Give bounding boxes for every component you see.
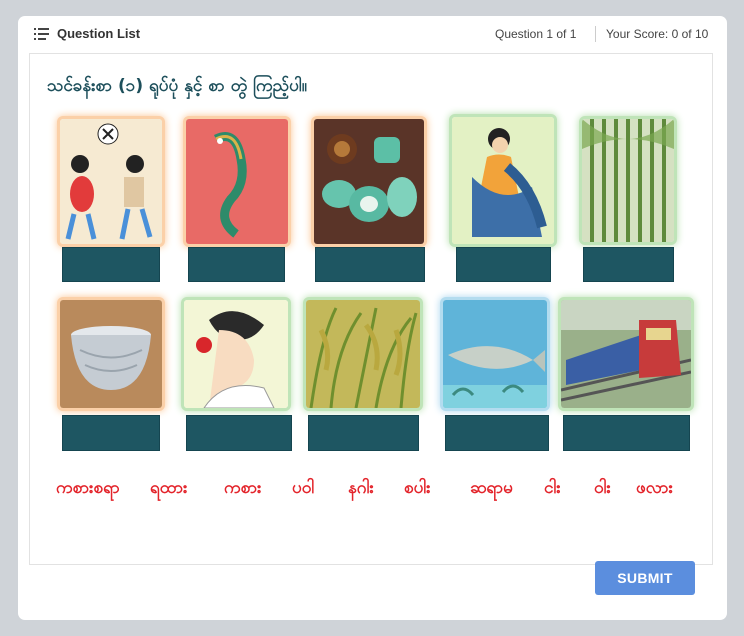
answer-slot[interactable] xyxy=(188,247,285,282)
answer-slot[interactable] xyxy=(315,247,425,282)
image-woman-with-scarf xyxy=(452,117,554,244)
question-instruction: သင်ခန်းစာ (၁) ရုပ်ပုံ နှင့် စာ တွဲ ကြည့်… xyxy=(47,76,307,96)
image-rice-plants xyxy=(306,300,420,408)
answer-slot[interactable] xyxy=(445,415,549,451)
image-silver-bowl xyxy=(60,300,162,408)
submit-button[interactable]: SUBMIT xyxy=(595,561,695,595)
word-chip[interactable]: ရထား xyxy=(150,477,188,502)
image-train xyxy=(561,300,691,408)
divider xyxy=(595,26,596,42)
word-chip[interactable]: ကစား xyxy=(224,477,262,502)
answer-slot[interactable] xyxy=(456,247,551,282)
question-counter: Question 1 of 1 xyxy=(495,27,577,41)
image-woman-flower-hair xyxy=(184,300,288,408)
word-chip[interactable]: ဆရာမ xyxy=(470,477,513,502)
word-chip[interactable]: စပါး xyxy=(404,477,431,502)
image-bamboo xyxy=(582,119,674,242)
word-chip[interactable]: ကစားစရာ xyxy=(56,477,120,502)
answer-slot[interactable] xyxy=(62,415,160,451)
score-display: Your Score: 0 of 10 xyxy=(606,27,709,41)
word-chip[interactable]: ဖလား xyxy=(636,477,673,502)
answer-slot[interactable] xyxy=(62,247,160,282)
word-chip[interactable]: ဝါး xyxy=(594,477,611,502)
answer-slot[interactable] xyxy=(563,415,690,451)
image-fish-aquarium xyxy=(443,300,547,408)
top-bar: Question List Question 1 of 1 Your Score… xyxy=(18,16,727,54)
answer-slot[interactable] xyxy=(186,415,292,451)
answer-slot[interactable] xyxy=(583,247,674,282)
list-icon xyxy=(34,27,49,40)
question-list-button[interactable]: Question List xyxy=(34,26,140,41)
word-bank: ကစားစရာ ရထား ကစား ပဝါ နဂါး စပါး ဆရာမ ငါး… xyxy=(38,477,678,507)
image-children-playing-ball xyxy=(60,119,162,244)
image-tea-set xyxy=(314,119,424,244)
word-chip[interactable]: ငါး xyxy=(544,477,561,502)
word-chip[interactable]: ပဝါ xyxy=(292,477,314,502)
image-dragon-statue xyxy=(186,119,288,244)
question-list-label[interactable]: Question List xyxy=(57,26,140,41)
word-chip[interactable]: နဂါး xyxy=(348,477,374,502)
answer-slot[interactable] xyxy=(308,415,419,451)
